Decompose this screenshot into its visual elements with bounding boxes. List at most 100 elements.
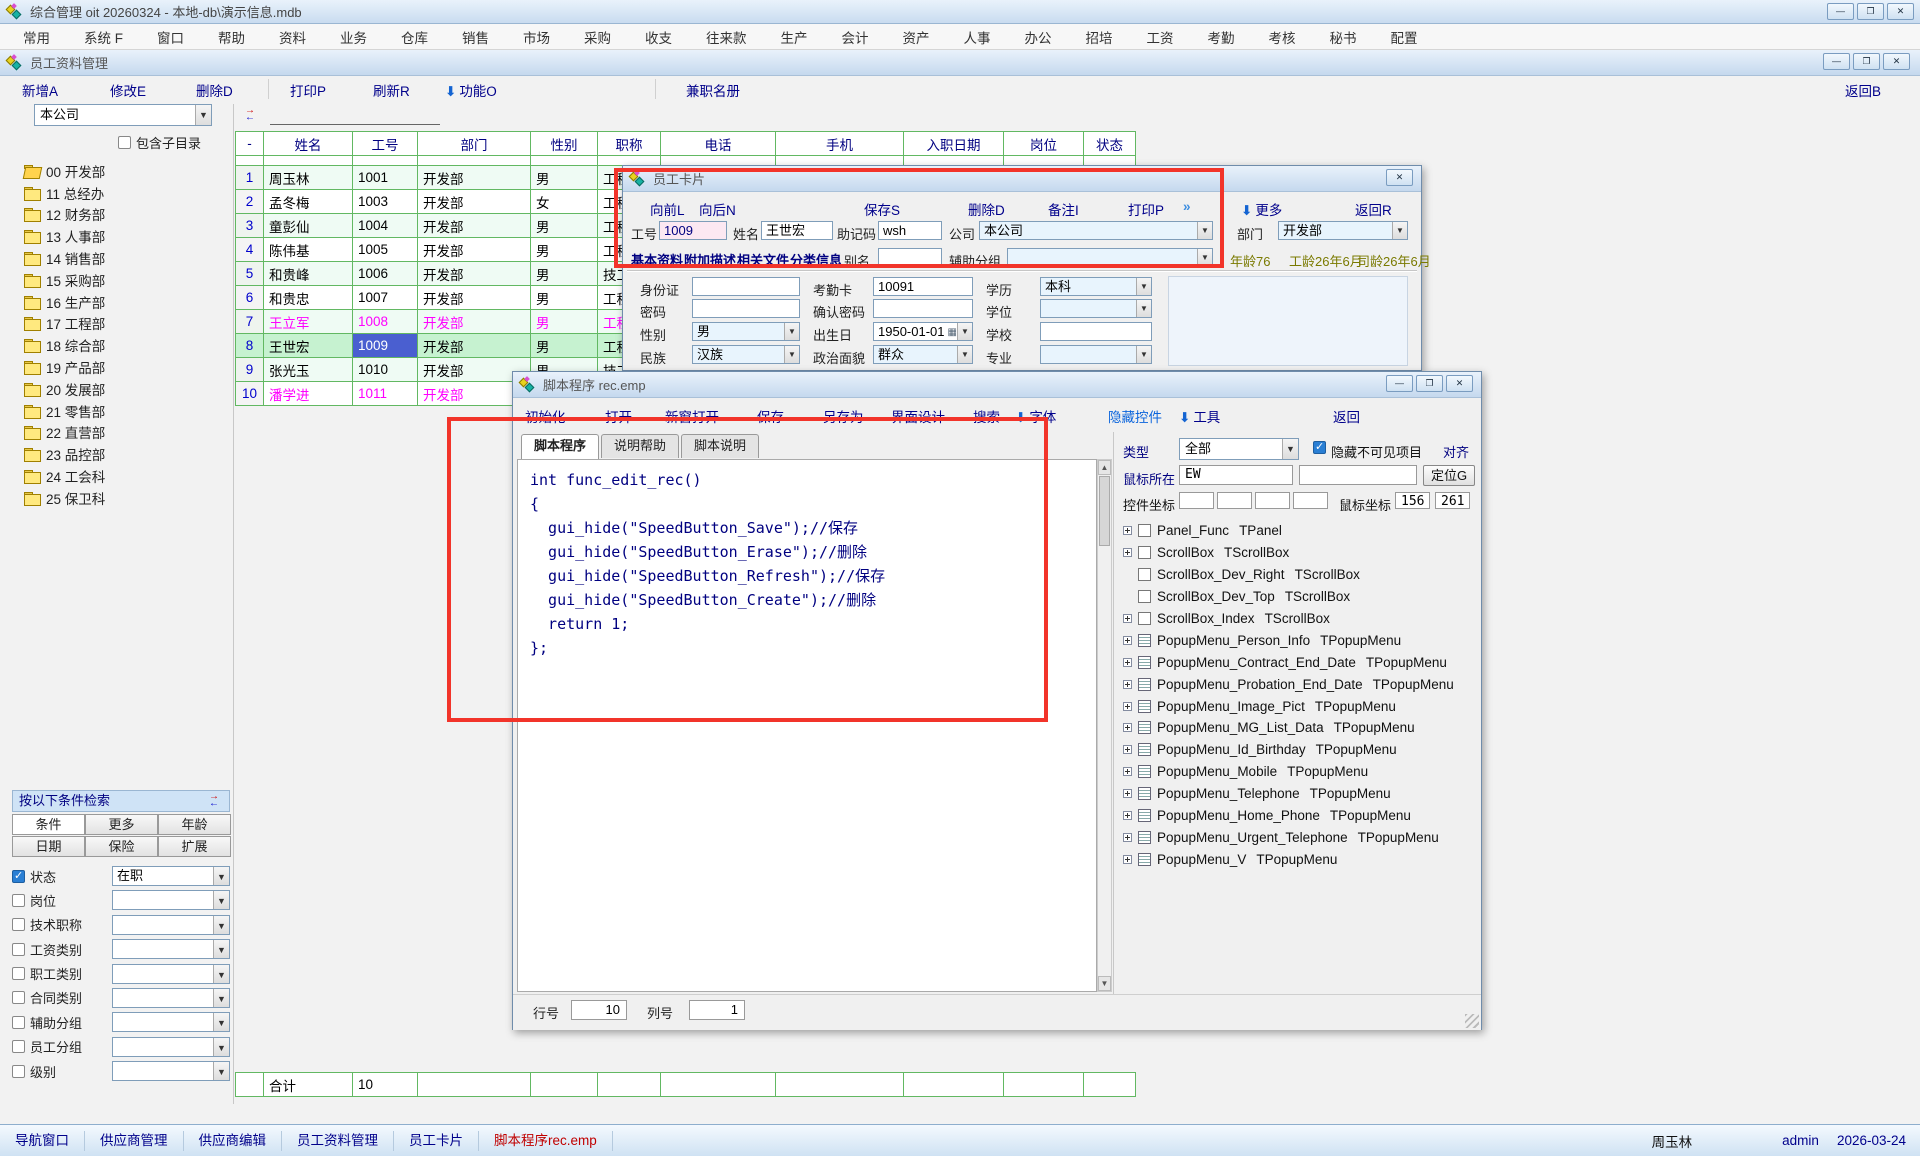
- chevron-down-icon[interactable]: ▼: [784, 323, 799, 340]
- control-tree-item[interactable]: PopupMenu_Home_Phone TPopupMenu: [1123, 805, 1454, 827]
- control-x2-field[interactable]: [1255, 492, 1290, 509]
- cell-gender[interactable]: 男: [531, 286, 598, 310]
- control-tree-item[interactable]: Panel_Func TPanel: [1123, 520, 1454, 542]
- filter-select[interactable]: ▼: [112, 988, 230, 1008]
- chevron-down-icon[interactable]: ▼: [213, 891, 229, 909]
- tab-script-code[interactable]: 脚本程序: [521, 434, 599, 460]
- col-header-status[interactable]: 状态: [1084, 132, 1136, 156]
- tree-item[interactable]: 21 零售部: [24, 400, 224, 422]
- filter-checkbox[interactable]: [12, 894, 25, 907]
- mdi-restore-icon[interactable]: ❐: [1853, 53, 1880, 70]
- script-minimize-icon[interactable]: —: [1386, 375, 1413, 392]
- cell-name[interactable]: 周玉林: [264, 166, 353, 190]
- chevron-down-icon[interactable]: ▼: [213, 1062, 229, 1080]
- tree-item[interactable]: 12 财务部: [24, 204, 224, 226]
- tree-item[interactable]: 18 综合部: [24, 334, 224, 356]
- card-more-button[interactable]: ⬇更多: [1241, 199, 1282, 219]
- hide-controls-button[interactable]: 隐藏控件: [1108, 406, 1162, 426]
- filter-select[interactable]: ▼: [112, 939, 230, 959]
- search-mode-button[interactable]: 保险: [85, 836, 158, 857]
- script-toolbar-button[interactable]: 打开: [605, 406, 632, 426]
- parttime-roster-button[interactable]: 兼职名册: [686, 80, 740, 100]
- filter-select[interactable]: 在职▼: [112, 866, 230, 886]
- chevron-down-icon[interactable]: ▼: [213, 940, 229, 958]
- search-mode-button[interactable]: 年龄: [158, 814, 231, 835]
- confirm-password-field[interactable]: [873, 299, 973, 318]
- cell-id[interactable]: 1007: [353, 286, 418, 310]
- tree-item[interactable]: 17 工程部: [24, 313, 224, 335]
- card-company-select[interactable]: 本公司▼: [979, 221, 1213, 240]
- chevron-down-icon[interactable]: ▼: [1136, 278, 1151, 295]
- expand-icon[interactable]: [1123, 592, 1132, 601]
- menu-item[interactable]: 人事: [947, 27, 1008, 47]
- tree-item[interactable]: 16 生产部: [24, 291, 224, 313]
- mdi-minimize-icon[interactable]: —: [1823, 53, 1850, 70]
- chevron-down-icon[interactable]: ▼: [213, 965, 229, 983]
- tab-extra-desc[interactable]: 附加描述: [684, 250, 736, 269]
- cell-id[interactable]: 1004: [353, 214, 418, 238]
- cell-gender[interactable]: 女: [531, 190, 598, 214]
- chevron-down-icon[interactable]: ▼: [1136, 300, 1151, 317]
- expand-icon[interactable]: [1123, 789, 1132, 798]
- scroll-down-icon[interactable]: ▼: [1098, 976, 1111, 991]
- col-header-hiredate[interactable]: 入职日期: [904, 132, 1004, 156]
- chevron-down-icon[interactable]: ▼: [957, 323, 972, 340]
- taskbar-item[interactable]: 导航窗口: [0, 1131, 85, 1151]
- control-tree-item[interactable]: ScrollBox_Dev_Right TScrollBox: [1123, 564, 1454, 586]
- mdi-close-icon[interactable]: ✕: [1883, 53, 1910, 70]
- cell-gender[interactable]: 男: [531, 310, 598, 334]
- education-select[interactable]: 本科▼: [1040, 277, 1152, 296]
- cell-id[interactable]: 1008: [353, 310, 418, 334]
- expand-icon[interactable]: [1123, 636, 1132, 645]
- menu-item[interactable]: 往来款: [689, 27, 764, 47]
- tab-related-files[interactable]: 相关文件: [737, 250, 789, 269]
- tree-item[interactable]: 13 人事部: [24, 225, 224, 247]
- expand-icon[interactable]: [1123, 548, 1132, 557]
- tree-item[interactable]: 24 工会科: [24, 465, 224, 487]
- menu-item[interactable]: 系统 F: [67, 27, 140, 47]
- sidebar-splitter[interactable]: [233, 104, 234, 1104]
- filter-checkbox[interactable]: [12, 991, 25, 1004]
- card-toolbar-button[interactable]: 删除D: [968, 199, 1005, 219]
- expand-icon[interactable]: [1123, 811, 1132, 820]
- back-button[interactable]: 返回B: [1845, 80, 1881, 100]
- taskbar-item[interactable]: 脚本程序rec.emp: [479, 1131, 613, 1151]
- panel-splitter[interactable]: [1113, 432, 1114, 994]
- card-alias-field[interactable]: [878, 248, 942, 267]
- chevron-down-icon[interactable]: ▼: [213, 916, 229, 934]
- align-button[interactable]: 对齐: [1443, 442, 1469, 461]
- swap-columns-icon[interactable]: →←: [245, 107, 261, 121]
- cell-dept[interactable]: 开发部: [418, 190, 531, 214]
- tab-basic-info[interactable]: 基本资料: [631, 250, 683, 269]
- script-back-button[interactable]: 返回: [1333, 406, 1360, 426]
- tree-item[interactable]: 23 品控部: [24, 443, 224, 465]
- chevron-down-icon[interactable]: ▼: [213, 1038, 229, 1056]
- cell-gender[interactable]: 男: [531, 262, 598, 286]
- chevron-down-icon[interactable]: ▼: [213, 989, 229, 1007]
- print-button[interactable]: 打印P: [290, 80, 326, 100]
- cell-name[interactable]: 潘学进: [264, 382, 353, 406]
- tree-item[interactable]: 00 开发部: [24, 160, 224, 182]
- control-tree-item[interactable]: PopupMenu_Image_Pict TPopupMenu: [1123, 695, 1454, 717]
- col-header-post[interactable]: 岗位: [1004, 132, 1084, 156]
- cell-id[interactable]: 1011: [353, 382, 418, 406]
- cell-name[interactable]: 和贵峰: [264, 262, 353, 286]
- school-field[interactable]: [1040, 322, 1152, 341]
- expand-icon[interactable]: [1123, 702, 1132, 711]
- close-icon[interactable]: ✕: [1887, 3, 1914, 20]
- control-tree-item[interactable]: PopupMenu_Person_Info TPopupMenu: [1123, 629, 1454, 651]
- control-x1-field[interactable]: [1179, 492, 1214, 509]
- swap-icon[interactable]: →←: [209, 793, 225, 807]
- card-name-field[interactable]: 王世宏: [761, 221, 833, 240]
- col-header-name[interactable]: 姓名: [264, 132, 353, 156]
- major-select[interactable]: ▼: [1040, 345, 1152, 364]
- quick-filter-underline[interactable]: [270, 124, 440, 125]
- tools-button[interactable]: ⬇工具: [1179, 406, 1220, 426]
- cell-id[interactable]: 1010: [353, 358, 418, 382]
- menu-item[interactable]: 配置: [1374, 27, 1435, 47]
- tree-item[interactable]: 11 总经办: [24, 182, 224, 204]
- expand-icon[interactable]: [1123, 614, 1132, 623]
- filter-select[interactable]: ▼: [112, 1061, 230, 1081]
- filter-checkbox[interactable]: [12, 870, 25, 883]
- cell-id[interactable]: 1003: [353, 190, 418, 214]
